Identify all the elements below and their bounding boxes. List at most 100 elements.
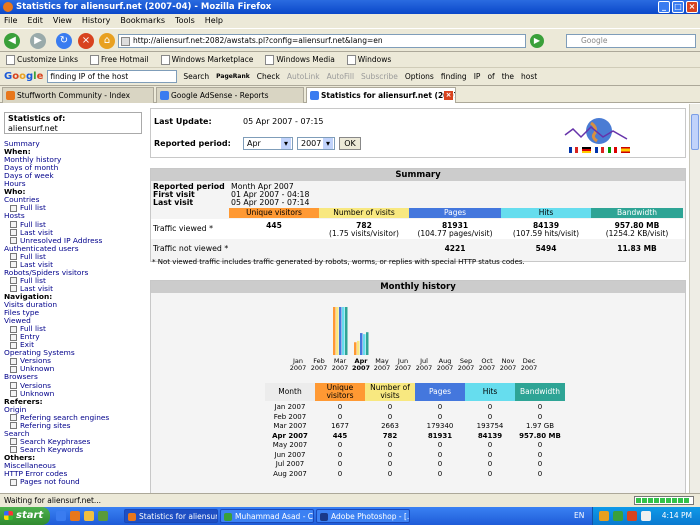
tab-stuffworth[interactable]: Stuffworth Community - Index bbox=[2, 87, 154, 103]
window-titlebar[interactable]: Statistics for aliensurf.net (2007-04) -… bbox=[0, 0, 700, 14]
task-firefox[interactable]: Statistics for aliensurf... bbox=[124, 509, 218, 523]
tray-icon[interactable] bbox=[599, 511, 609, 521]
firefox-icon bbox=[3, 2, 13, 12]
tick-year-jul: 2007 bbox=[416, 364, 433, 372]
highlight-term-finding[interactable]: finding bbox=[441, 72, 467, 81]
search-bar[interactable]: Google bbox=[566, 34, 696, 48]
stop-icon[interactable]: × bbox=[78, 33, 94, 49]
year-select[interactable]: 2007 bbox=[297, 137, 335, 150]
flag-icon[interactable] bbox=[621, 147, 630, 153]
reported-period-label: Reported period: bbox=[154, 139, 231, 148]
statistics-of-site: aliensurf.net bbox=[8, 123, 58, 133]
navigation-toolbar: ◀ ▶ ↻ × ⌂ http://aliensurf.net:2082/awst… bbox=[0, 28, 700, 52]
month-select[interactable]: Apr bbox=[243, 137, 293, 150]
task-messenger[interactable]: Muhammad Asad - Co... bbox=[220, 509, 314, 523]
page-icon bbox=[6, 54, 15, 65]
options-button[interactable]: Options bbox=[405, 72, 434, 81]
tray-icon[interactable] bbox=[641, 511, 651, 521]
tray-icon[interactable] bbox=[613, 511, 623, 521]
left-menu-link-robots-spiders-visitors[interactable]: Robots/Spiders visitors bbox=[4, 268, 88, 277]
value-cell: 0 bbox=[437, 460, 443, 468]
bookmark-free-hotmail[interactable]: Free Hotmail bbox=[86, 54, 153, 65]
ok-button[interactable]: OK bbox=[339, 137, 361, 150]
highlight-term-host[interactable]: host bbox=[521, 72, 537, 81]
window-title: Statistics for aliensurf.net (2007-04) -… bbox=[16, 2, 272, 12]
left-menu-link-pages-not-found[interactable]: Pages not found bbox=[10, 478, 80, 486]
task-photoshop[interactable]: Adobe Photoshop - [... bbox=[316, 509, 410, 523]
menu-tools[interactable]: Tools bbox=[175, 14, 195, 28]
folder-quicklaunch-icon[interactable] bbox=[84, 511, 94, 521]
tab-statistics[interactable]: Statistics for aliensurf.net (2007... × bbox=[306, 87, 456, 103]
menu-help[interactable]: Help bbox=[205, 14, 223, 28]
awstats-left-menu: Statistics of: aliensurf.net Summary When… bbox=[0, 104, 148, 493]
close-tab-icon[interactable]: × bbox=[444, 91, 453, 100]
tab-adsense[interactable]: Google AdSense - Reports bbox=[156, 87, 304, 103]
highlight-term-of[interactable]: of bbox=[487, 72, 494, 81]
autolink-button[interactable]: AutoLink bbox=[287, 72, 320, 81]
photoshop-icon bbox=[320, 513, 328, 521]
table-row: Jun 2007 0 0 0 0 0 bbox=[265, 451, 565, 460]
bookmark-label: Windows Marketplace bbox=[171, 55, 254, 64]
value-cell: 0 bbox=[387, 412, 393, 421]
bookmark-label: Customize Links bbox=[17, 55, 79, 64]
google-search-input[interactable]: finding IP of the host bbox=[47, 70, 178, 83]
tray-icon[interactable] bbox=[627, 511, 637, 521]
flag-icon[interactable] bbox=[608, 147, 617, 153]
maximize-button[interactable]: □ bbox=[672, 1, 684, 13]
url-bar[interactable]: http://aliensurf.net:2082/awstats.pl?con… bbox=[118, 34, 526, 48]
subscribe-button[interactable]: Subscribe bbox=[361, 72, 398, 81]
menu-edit[interactable]: Edit bbox=[27, 14, 43, 28]
tick-year-jun: 2007 bbox=[395, 364, 412, 372]
bookmark-windows[interactable]: Windows bbox=[343, 54, 395, 65]
scrollbar-thumb[interactable] bbox=[691, 114, 699, 150]
bar-unique-visitors-mar bbox=[333, 307, 336, 355]
flag-icon[interactable] bbox=[595, 147, 604, 153]
month-cell: Jul 2007 bbox=[275, 460, 305, 468]
spellcheck-button[interactable]: Check bbox=[257, 72, 280, 81]
menu-view[interactable]: View bbox=[53, 14, 72, 28]
value-cell: 0 bbox=[337, 403, 343, 411]
autofill-button[interactable]: AutoFill bbox=[327, 72, 354, 81]
table-row: Aug 2007 0 0 0 0 0 bbox=[265, 470, 565, 479]
firefox-quicklaunch-icon[interactable] bbox=[70, 511, 80, 521]
pagerank-indicator[interactable]: PageRank bbox=[216, 73, 250, 80]
highlight-term-the[interactable]: the bbox=[502, 72, 514, 81]
menu-bookmarks[interactable]: Bookmarks bbox=[120, 14, 165, 28]
back-icon[interactable]: ◀ bbox=[4, 33, 20, 49]
language-indicator[interactable]: EN bbox=[574, 507, 584, 525]
month-cell: Apr 2007 bbox=[272, 431, 308, 440]
col-pages: Pages bbox=[409, 208, 501, 218]
menu-history[interactable]: History bbox=[82, 14, 110, 28]
month-cell: May 2007 bbox=[272, 441, 308, 449]
bookmark-customize-links[interactable]: Customize Links bbox=[2, 54, 82, 65]
reload-icon[interactable]: ↻ bbox=[56, 33, 72, 49]
bookmark-windows-media[interactable]: Windows Media bbox=[261, 54, 338, 65]
page-load-progress bbox=[634, 496, 694, 505]
google-logo[interactable]: Google bbox=[0, 71, 47, 82]
traffic-viewed-label: Traffic viewed * bbox=[153, 224, 213, 233]
value-cell: 0 bbox=[387, 450, 393, 459]
flag-icon[interactable] bbox=[582, 147, 591, 153]
tab-label: Google AdSense - Reports bbox=[171, 91, 269, 100]
google-search-button[interactable]: Search bbox=[183, 72, 209, 81]
minimize-button[interactable]: _ bbox=[658, 1, 670, 13]
close-button[interactable]: × bbox=[686, 1, 698, 13]
flag-icon[interactable] bbox=[569, 147, 578, 153]
tab-favicon bbox=[160, 91, 169, 100]
vertical-scrollbar[interactable] bbox=[689, 104, 700, 493]
start-button[interactable]: start bbox=[0, 507, 50, 525]
forward-icon[interactable]: ▶ bbox=[30, 33, 46, 49]
menu-file[interactable]: File bbox=[4, 14, 17, 28]
go-icon[interactable]: ▶ bbox=[530, 34, 544, 48]
value-cell: 0 bbox=[437, 441, 443, 449]
tab-favicon bbox=[310, 91, 319, 100]
home-icon[interactable]: ⌂ bbox=[99, 33, 115, 49]
tick-year-dec: 2007 bbox=[521, 364, 538, 372]
ie-quicklaunch-icon[interactable] bbox=[56, 511, 66, 521]
bar-pages-mar bbox=[339, 307, 342, 355]
bookmark-windows-marketplace[interactable]: Windows Marketplace bbox=[157, 54, 258, 65]
bookmark-label: Windows bbox=[357, 55, 392, 64]
value-cell: 0 bbox=[487, 460, 493, 468]
media-quicklaunch-icon[interactable] bbox=[98, 511, 108, 521]
highlight-term-ip[interactable]: IP bbox=[474, 72, 481, 81]
